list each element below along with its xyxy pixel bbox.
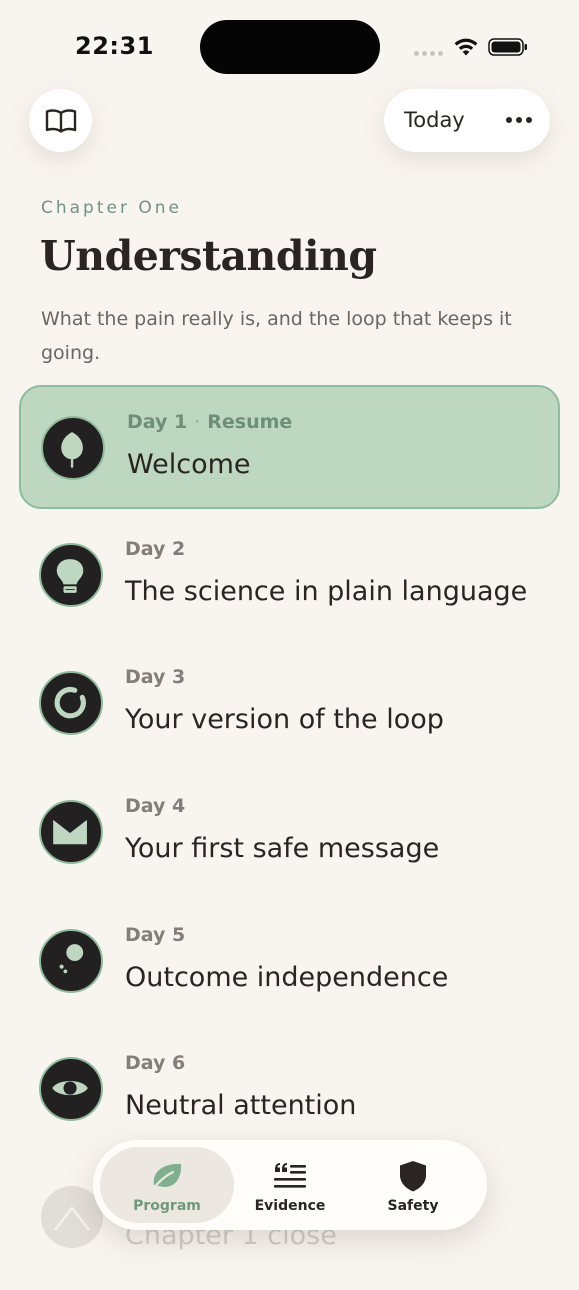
day-title: The science in plain language [125,576,528,607]
more-options-icon[interactable] [502,109,536,131]
day-title: Outcome independence [125,962,449,993]
quote-list-icon [274,1163,306,1188]
today-button[interactable]: Today [404,108,465,132]
tab-label: Safety [387,1198,439,1214]
chapter-label: Chapter One [41,198,182,218]
tab-evidence[interactable]: Evidence [223,1147,357,1223]
battery-icon [488,38,527,56]
day-number: Day 6 [125,1052,186,1074]
day-number: Day 4 [125,795,186,817]
status-time: 22:31 [75,32,154,60]
eye-icon [39,1057,103,1121]
library-button[interactable] [29,89,92,152]
leaf-icon [150,1163,182,1192]
day-title: Your first safe message [125,833,440,864]
day-row-1[interactable]: Day 1 · Resume Welcome [19,385,560,509]
day-number: Day 5 [125,924,186,946]
day-row-6[interactable]: Day 6 Neutral attention [19,1028,560,1152]
tab-label: Evidence [254,1198,326,1214]
day-number: Day 3 [125,666,186,688]
shield-icon [400,1161,426,1192]
day-number: Day 1 [127,411,188,433]
thought-bubble-icon [39,929,103,993]
tab-program[interactable]: Program [100,1147,234,1223]
header-actions: Today [384,89,550,152]
day-title: Your version of the loop [125,704,444,735]
day-row-3[interactable]: Day 3 Your version of the loop [19,642,560,766]
chapter-title: Understanding [40,232,377,280]
day-meta: Day 1 · Resume [127,411,293,433]
tab-label: Program [133,1198,201,1214]
day-row-4[interactable]: Day 4 Your first safe message [19,771,560,895]
day-row-5[interactable]: Day 5 Outcome independence [19,900,560,1024]
loop-icon [39,671,103,735]
wifi-icon [454,38,478,56]
book-icon [45,108,76,133]
leaf-icon [41,416,105,480]
day-title: Neutral attention [125,1090,357,1121]
status-bar: 22:31 [0,0,579,90]
envelope-icon [39,800,103,864]
chapter-description: What the pain really is, and the loop th… [41,308,512,364]
tab-bar: Program Evidence Safety [93,1140,487,1230]
cellular-signal-icon [414,50,444,56]
dynamic-island [200,20,380,74]
tab-safety[interactable]: Safety [346,1147,480,1223]
day-row-2[interactable]: Day 2 The science in plain language [19,514,560,638]
lightbulb-icon [39,543,103,607]
day-number: Day 2 [125,538,186,560]
day-title: Welcome [127,449,251,480]
resume-label: Resume [207,411,293,433]
